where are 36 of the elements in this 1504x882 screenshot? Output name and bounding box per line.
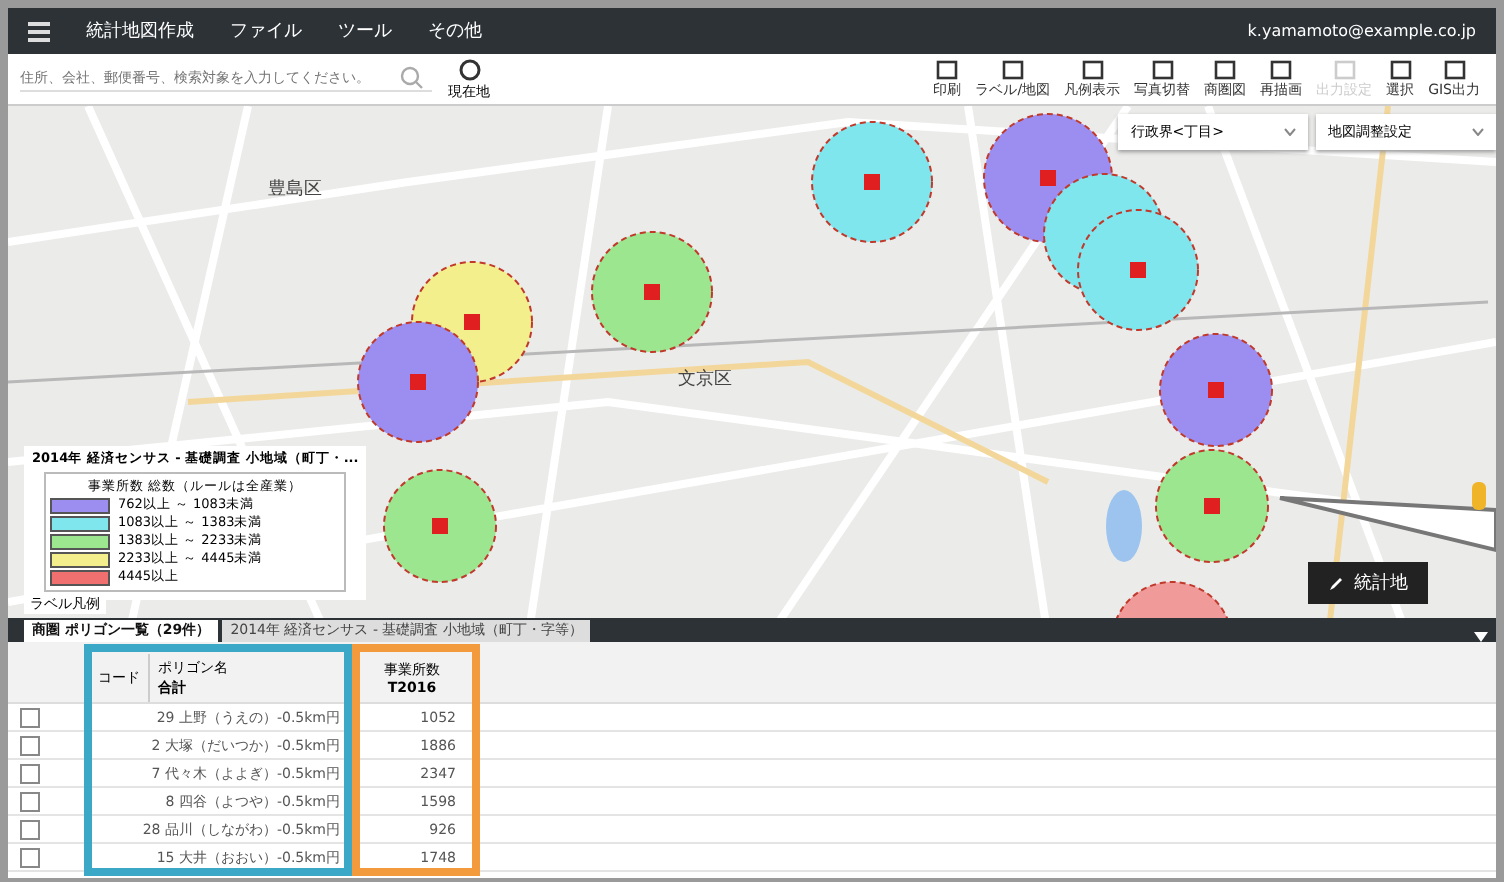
toolbar-icon xyxy=(1333,59,1356,79)
toolbar-icon xyxy=(1270,59,1293,79)
toolbar-icon xyxy=(936,59,959,79)
toolbar-icon xyxy=(1081,59,1104,79)
edit-map-button[interactable]: 統計地 xyxy=(1308,562,1428,604)
row-checkbox[interactable] xyxy=(20,791,40,811)
menu-item[interactable]: ファイル xyxy=(230,18,302,44)
trade-area-circle[interactable] xyxy=(1077,209,1199,331)
chevron-down-icon xyxy=(1472,128,1484,136)
row-checkbox[interactable] xyxy=(20,735,40,755)
search-icon xyxy=(400,66,424,90)
row-checkbox[interactable] xyxy=(20,763,40,783)
trade-area-circle[interactable] xyxy=(1155,449,1269,563)
place-label: 豊島区 xyxy=(268,177,322,202)
menu-item[interactable]: その他 xyxy=(428,18,482,44)
toolbar-icon xyxy=(1214,59,1237,79)
trade-area-circle[interactable] xyxy=(811,121,933,243)
row-checkbox[interactable] xyxy=(20,707,40,727)
trade-area-circle[interactable] xyxy=(383,469,497,583)
toolbar-icon xyxy=(1443,59,1466,79)
toolbar-icon xyxy=(1151,59,1174,79)
menu-item[interactable]: ツール xyxy=(338,18,392,44)
trade-area-circle[interactable] xyxy=(591,231,713,353)
place-label: 文京区 xyxy=(678,367,732,392)
trade-area-circle[interactable] xyxy=(357,321,479,443)
menu-icon[interactable] xyxy=(28,21,50,41)
pencil-icon xyxy=(1328,575,1344,591)
row-checkbox[interactable] xyxy=(20,847,40,867)
trade-area-circle[interactable] xyxy=(1159,333,1273,447)
location-icon xyxy=(457,57,481,81)
toolbar-icon xyxy=(1389,59,1412,79)
chevron-down-icon xyxy=(1284,128,1296,136)
row-checkbox[interactable] xyxy=(20,819,40,839)
user-email: k.yamamoto@example.co.jp xyxy=(1247,22,1476,40)
menu-item[interactable]: 統計地図作成 xyxy=(86,18,194,44)
toolbar-icon xyxy=(1001,59,1024,79)
